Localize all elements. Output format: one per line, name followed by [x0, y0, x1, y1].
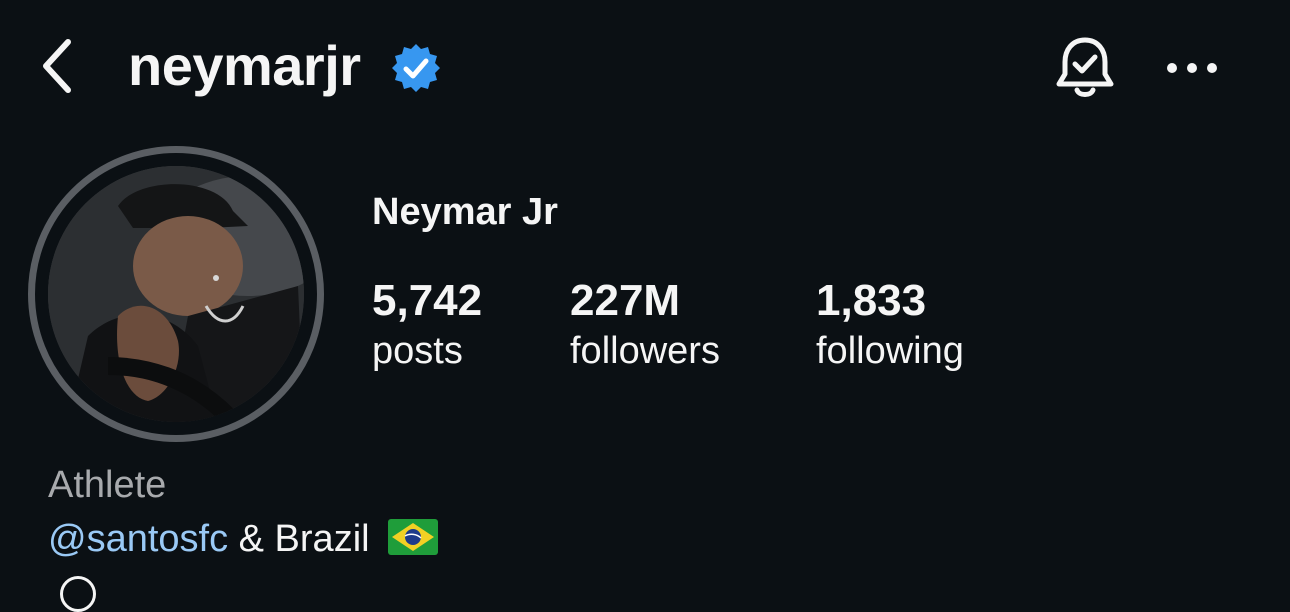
stat-label: following — [816, 330, 964, 372]
stat-following[interactable]: 1,833 following — [816, 276, 964, 376]
back-button[interactable] — [30, 30, 86, 102]
stat-label: posts — [372, 330, 463, 372]
brazil-flag-icon — [388, 518, 439, 555]
chevron-left-icon — [43, 39, 71, 93]
avatar-photo — [48, 166, 304, 422]
more-horizontal-icon — [1167, 63, 1217, 73]
avatar[interactable] — [48, 166, 304, 422]
link-icon — [60, 576, 96, 612]
stat-followers[interactable]: 227M followers — [570, 276, 720, 376]
stat-label: followers — [570, 330, 720, 372]
profile-display-name: Neymar Jr — [372, 191, 558, 233]
profile-bio: @santosfc & Brazil — [48, 516, 439, 562]
verified-badge-icon — [392, 44, 440, 92]
bell-check-icon — [1056, 37, 1114, 97]
stat-value: 1,833 — [816, 276, 927, 325]
stat-value: 5,742 — [372, 276, 483, 325]
more-options-button[interactable] — [1160, 44, 1224, 92]
profile-category: Athlete — [48, 464, 167, 506]
profile-header: neymarjr — [0, 0, 1290, 136]
bio-mention-link[interactable]: @santosfc — [48, 518, 228, 560]
stat-posts[interactable]: 5,742 posts — [372, 276, 482, 376]
profile-username: neymarjr — [128, 34, 361, 97]
bio-text: & Brazil — [228, 518, 370, 560]
notifications-bell-button[interactable] — [1050, 32, 1120, 104]
stat-value: 227M — [570, 276, 681, 325]
